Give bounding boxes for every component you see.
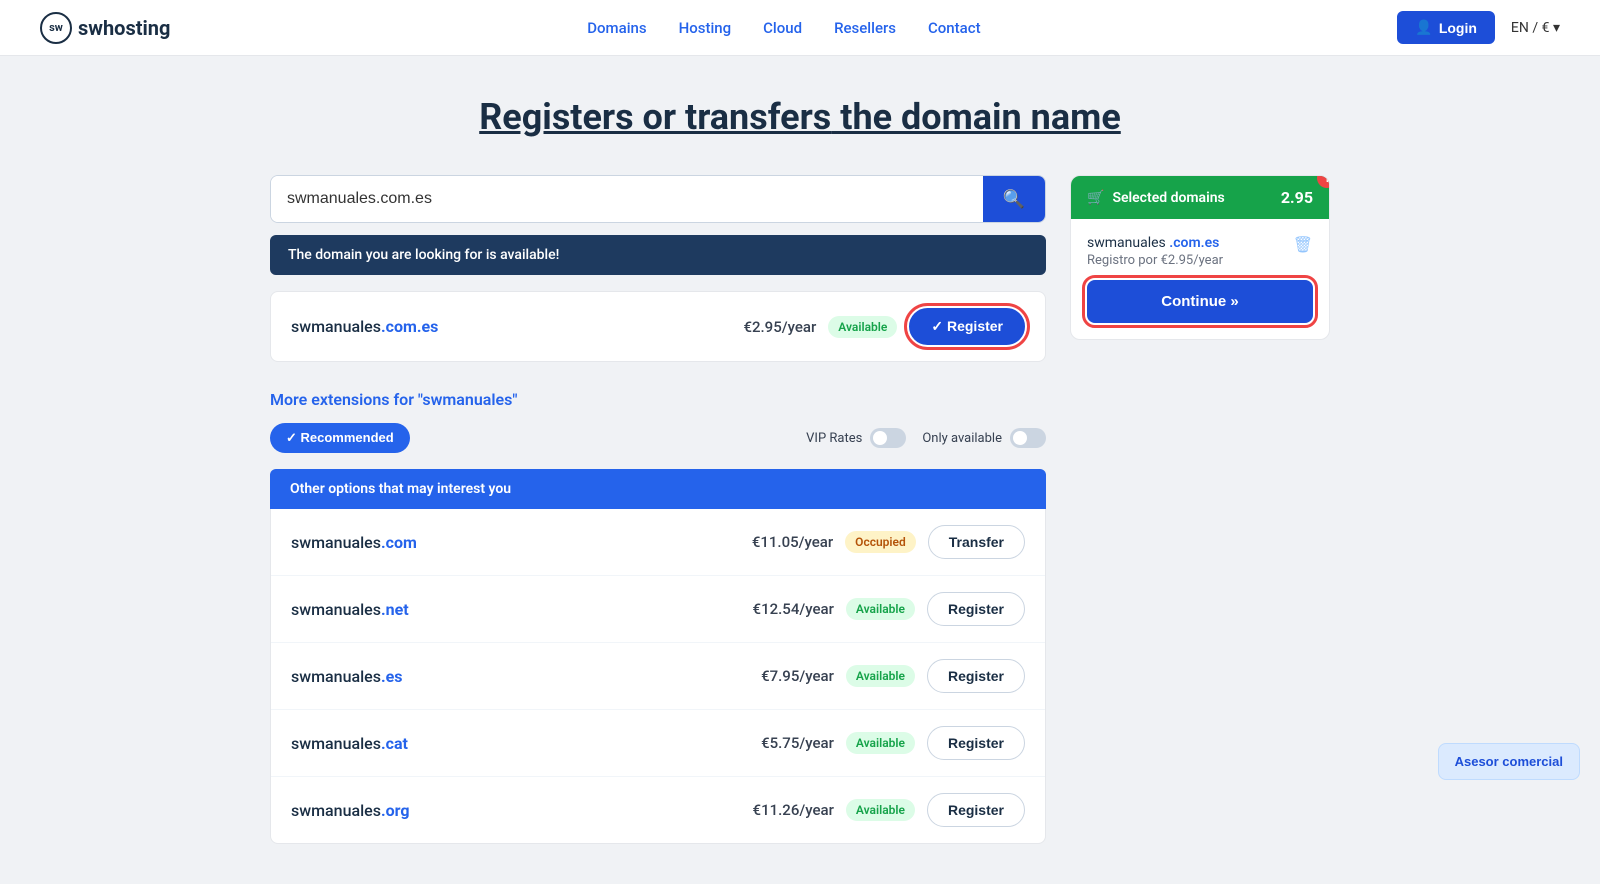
site-header: sw swhosting Domains Hosting Cloud Resel… <box>0 0 1600 56</box>
cart-item-info: swmanuales .com.es Registro por €2.95/ye… <box>1087 235 1223 268</box>
option-domain-name: swmanuales.com <box>291 533 417 552</box>
only-available-toggle-group: Only available <box>922 428 1046 448</box>
table-row: swmanuales.org €11.26/year Available Reg… <box>271 777 1045 843</box>
user-icon: 👤 <box>1415 19 1432 36</box>
option-price: €12.54/year <box>753 600 834 618</box>
search-bar: 🔍 <box>270 175 1046 223</box>
main-content: Registers or transfers the domain name 🔍… <box>250 56 1350 884</box>
page-title-underline: Registers or transfers <box>479 96 831 138</box>
options-header: Other options that may interest you <box>270 469 1046 509</box>
logo[interactable]: sw swhosting <box>40 12 170 44</box>
main-domain-row: swmanuales.com.es €2.95/year Available ✓… <box>270 291 1046 362</box>
register-button[interactable]: Register <box>927 592 1025 626</box>
option-status: Available <box>846 799 915 821</box>
cart-domain-name: swmanuales .com.es <box>1087 235 1223 251</box>
more-extensions-title: More extensions for "swmanuales" <box>270 390 1046 409</box>
options-table: Other options that may interest you swma… <box>270 469 1046 844</box>
cart-badge: 1 <box>1317 175 1330 188</box>
asesor-button[interactable]: Asesor comercial <box>1438 743 1580 780</box>
filter-toggles: VIP Rates Only available <box>806 428 1046 448</box>
only-available-toggle[interactable] <box>1010 428 1046 448</box>
table-row: swmanuales.cat €5.75/year Available Regi… <box>271 710 1045 777</box>
register-button[interactable]: Register <box>927 726 1025 760</box>
delete-cart-item-button[interactable]: 🗑 <box>1293 235 1313 254</box>
option-price: €11.05/year <box>752 533 833 551</box>
header-right: 👤 Login EN / € ▾ <box>1397 11 1560 44</box>
search-button[interactable]: 🔍 <box>983 176 1045 222</box>
option-status: Available <box>846 665 915 687</box>
vip-rates-label: VIP Rates <box>806 431 862 446</box>
main-domain-right: €2.95/year Available ✓ Register <box>743 308 1025 345</box>
cart-item: swmanuales .com.es Registro por €2.95/ye… <box>1087 235 1313 268</box>
option-domain-name: swmanuales.es <box>291 667 402 686</box>
cart-domain-price: Registro por €2.95/year <box>1087 253 1223 268</box>
table-row: swmanuales.com €11.05/year Occupied Tran… <box>271 509 1045 576</box>
option-price: €11.26/year <box>753 801 834 819</box>
option-right: €12.54/year Available Register <box>753 592 1025 626</box>
option-status: Occupied <box>845 531 916 553</box>
page-title: Registers or transfers the domain name <box>270 96 1330 139</box>
right-column: 🛒 Selected domains 1 2.95 swmanuales .co… <box>1070 175 1330 340</box>
cart-panel: 🛒 Selected domains 1 2.95 swmanuales .co… <box>1070 175 1330 340</box>
left-column: 🔍 The domain you are looking for is avai… <box>270 175 1046 844</box>
option-right: €11.05/year Occupied Transfer <box>752 525 1025 559</box>
nav-cloud[interactable]: Cloud <box>763 19 802 37</box>
transfer-button[interactable]: Transfer <box>928 525 1025 559</box>
filters-bar: ✓ Recommended VIP Rates Only available <box>270 423 1046 453</box>
content-layout: 🔍 The domain you are looking for is avai… <box>270 175 1330 844</box>
cart-total: 2.95 <box>1281 188 1313 207</box>
cart-header-left: 🛒 Selected domains <box>1087 190 1225 206</box>
nav-resellers[interactable]: Resellers <box>834 19 896 37</box>
option-status: Available <box>846 732 915 754</box>
option-domain-name: swmanuales.cat <box>291 734 408 753</box>
cart-header: 🛒 Selected domains 1 2.95 <box>1071 176 1329 219</box>
nav-hosting[interactable]: Hosting <box>679 19 732 37</box>
option-domain-name: swmanuales.org <box>291 801 410 820</box>
vip-rates-toggle-group: VIP Rates <box>806 428 906 448</box>
cart-icon: 🛒 <box>1087 190 1104 206</box>
chevron-down-icon: ▾ <box>1553 20 1560 36</box>
option-right: €5.75/year Available Register <box>761 726 1025 760</box>
main-domain-status: Available <box>828 316 897 338</box>
option-price: €5.75/year <box>761 734 834 752</box>
logo-icon: sw <box>40 12 72 44</box>
language-selector[interactable]: EN / € ▾ <box>1511 20 1560 36</box>
option-right: €7.95/year Available Register <box>761 659 1025 693</box>
nav-domains[interactable]: Domains <box>587 19 646 37</box>
main-domain-name: swmanuales.com.es <box>291 317 438 336</box>
table-row: swmanuales.net €12.54/year Available Reg… <box>271 576 1045 643</box>
nav-contact[interactable]: Contact <box>928 19 981 37</box>
vip-rates-toggle[interactable] <box>870 428 906 448</box>
continue-button[interactable]: Continue » <box>1087 280 1313 323</box>
table-row: swmanuales.es €7.95/year Available Regis… <box>271 643 1045 710</box>
main-register-button[interactable]: ✓ Register <box>909 308 1025 345</box>
search-icon: 🔍 <box>1003 189 1025 210</box>
main-domain-price: €2.95/year <box>743 318 816 336</box>
cart-title: Selected domains <box>1112 190 1224 206</box>
option-domain-name: swmanuales.net <box>291 600 409 619</box>
login-button[interactable]: 👤 Login <box>1397 11 1495 44</box>
main-nav: Domains Hosting Cloud Resellers Contact <box>587 19 980 37</box>
register-button[interactable]: Register <box>927 793 1025 827</box>
register-button[interactable]: Register <box>927 659 1025 693</box>
option-price: €7.95/year <box>761 667 834 685</box>
cart-body: swmanuales .com.es Registro por €2.95/ye… <box>1071 219 1329 339</box>
only-available-label: Only available <box>922 431 1002 446</box>
availability-banner: The domain you are looking for is availa… <box>270 235 1046 275</box>
search-input[interactable] <box>271 176 983 222</box>
option-status: Available <box>846 598 915 620</box>
recommended-filter-button[interactable]: ✓ Recommended <box>270 423 410 453</box>
options-list: swmanuales.com €11.05/year Occupied Tran… <box>270 509 1046 844</box>
option-right: €11.26/year Available Register <box>753 793 1025 827</box>
logo-text: swhosting <box>78 16 170 40</box>
